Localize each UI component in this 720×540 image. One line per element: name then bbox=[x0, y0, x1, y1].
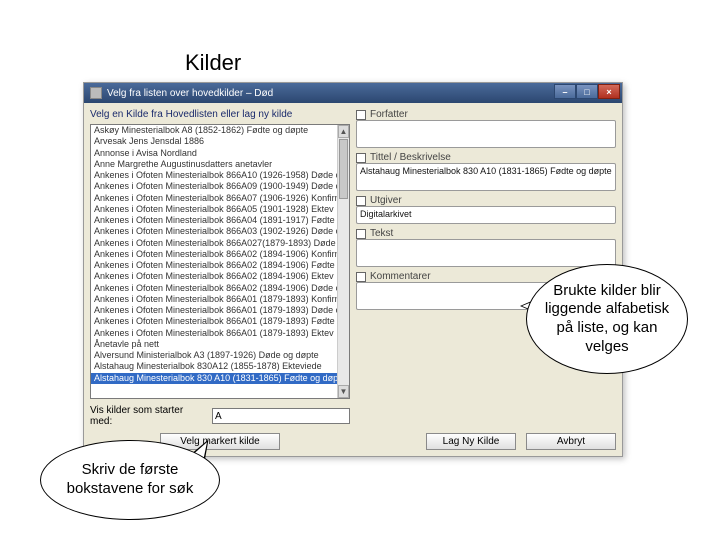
left-pane: Velg en Kilde fra Hovedlisten eller lag … bbox=[90, 109, 350, 450]
utgiver-label: Utgiver bbox=[370, 195, 402, 206]
list-item[interactable]: Annonse i Avisa Nordland bbox=[91, 148, 349, 159]
list-item[interactable]: Alstahaug Minesterialbok 830 A10 (1831-1… bbox=[91, 373, 349, 384]
list-item[interactable]: Ankenes i Ofoten Minesterialbok 866A01 (… bbox=[91, 316, 349, 327]
list-item[interactable]: Ankenes i Ofoten Minesterialbok 866A01 (… bbox=[91, 328, 349, 339]
list-item[interactable]: Askøy Minesterialbok A8 (1852-1862) Født… bbox=[91, 125, 349, 136]
tittel-label: Tittel / Beskrivelse bbox=[370, 152, 451, 163]
source-listbox[interactable]: Askøy Minesterialbok A8 (1852-1862) Født… bbox=[90, 124, 350, 399]
list-item[interactable]: Ankenes i Ofoten Minesterialbok 866A09 (… bbox=[91, 181, 349, 192]
list-item[interactable]: Ankenes i Ofoten Minesterialbok 866A02 (… bbox=[91, 249, 349, 260]
list-item[interactable]: Ankenes i Ofoten Minesterialbok 866A05 (… bbox=[91, 204, 349, 215]
list-item[interactable]: Anne Margrethe Augustinusdatters anetavl… bbox=[91, 159, 349, 170]
dialog-window: Velg fra listen over hovedkilder – Død –… bbox=[83, 82, 623, 457]
bottom-buttons: Lag Ny Kilde Avbryt bbox=[356, 427, 616, 450]
minimize-button[interactable]: – bbox=[554, 84, 576, 99]
list-item[interactable]: Ånetavle på nett bbox=[91, 339, 349, 350]
list-item[interactable]: Ankenes i Ofoten Minesterialbok 866A02 (… bbox=[91, 283, 349, 294]
callout-filter-text: Skriv de første bokstavene for søk bbox=[57, 461, 203, 499]
utgiver-checkbox[interactable] bbox=[356, 196, 366, 206]
dialog-body: Velg en Kilde fra Hovedlisten eller lag … bbox=[84, 103, 622, 456]
list-item[interactable]: Ankenes i Ofoten Minesterialbok 866A02 (… bbox=[91, 271, 349, 282]
field-utgiver: Utgiver Digitalarkivet bbox=[356, 195, 616, 224]
list-item[interactable]: Ankenes i Ofoten Minesterialbok 866A027(… bbox=[91, 238, 349, 249]
tekst-label: Tekst bbox=[370, 228, 393, 239]
list-item[interactable]: Ankenes i Ofoten Minesterialbok 866A01 (… bbox=[91, 294, 349, 305]
list-scrollbar[interactable]: ▲ ▼ bbox=[337, 125, 349, 398]
tekst-box[interactable] bbox=[356, 239, 616, 267]
list-item[interactable]: Alstahaug Minesterialbok 830A12 (1855-18… bbox=[91, 361, 349, 372]
list-item[interactable]: Ankenes i Ofoten Minesterialbok 866A03 (… bbox=[91, 226, 349, 237]
scroll-thumb[interactable] bbox=[339, 139, 348, 199]
callout-list: Brukte kilder blir liggende alfabetisk p… bbox=[526, 264, 688, 374]
field-tittel: Tittel / Beskrivelse Alstahaug Minesteri… bbox=[356, 152, 616, 191]
tittel-box[interactable]: Alstahaug Minesterialbok 830 A10 (1831-1… bbox=[356, 163, 616, 191]
forfatter-label: Forfatter bbox=[370, 109, 408, 120]
forfatter-box[interactable] bbox=[356, 120, 616, 148]
tekst-checkbox[interactable] bbox=[356, 229, 366, 239]
list-item[interactable]: Alversund Ministerialbok A3 (1897-1926) … bbox=[91, 350, 349, 361]
utgiver-box[interactable]: Digitalarkivet bbox=[356, 206, 616, 224]
list-item[interactable]: Ankenes i Ofoten Minesterialbok 866A10 (… bbox=[91, 170, 349, 181]
callout-filter: Skriv de første bokstavene for søk bbox=[40, 440, 220, 520]
close-button[interactable]: × bbox=[598, 84, 620, 99]
callout-list-text: Brukte kilder blir liggende alfabetisk p… bbox=[543, 282, 671, 357]
list-item[interactable]: Ankenes i Ofoten Minesterialbok 866A07 (… bbox=[91, 193, 349, 204]
list-item[interactable]: Ankenes i Ofoten Minesterialbok 866A04 (… bbox=[91, 215, 349, 226]
field-forfatter: Forfatter bbox=[356, 109, 616, 148]
forfatter-checkbox[interactable] bbox=[356, 110, 366, 120]
scroll-down-icon[interactable]: ▼ bbox=[338, 385, 349, 398]
scroll-up-icon[interactable]: ▲ bbox=[338, 125, 349, 138]
maximize-button[interactable]: □ bbox=[576, 84, 598, 99]
list-item[interactable]: Ankenes i Ofoten Minesterialbok 866A01 (… bbox=[91, 305, 349, 316]
tittel-checkbox[interactable] bbox=[356, 153, 366, 163]
window-title: Velg fra listen over hovedkilder – Død bbox=[107, 88, 273, 99]
list-heading: Velg en Kilde fra Hovedlisten eller lag … bbox=[90, 109, 350, 120]
field-tekst: Tekst bbox=[356, 228, 616, 267]
window-buttons: – □ × bbox=[554, 84, 620, 99]
slide-heading: Kilder bbox=[185, 50, 241, 76]
kommentarer-label: Kommentarer bbox=[370, 271, 431, 282]
filter-input[interactable] bbox=[212, 408, 350, 424]
new-source-button[interactable]: Lag Ny Kilde bbox=[426, 433, 516, 450]
cancel-button[interactable]: Avbryt bbox=[526, 433, 616, 450]
list-item[interactable]: Arvesak Jens Jensdal 1886 bbox=[91, 136, 349, 147]
window-titlebar: Velg fra listen over hovedkilder – Død –… bbox=[84, 83, 622, 103]
filter-label: Vis kilder som starter med: bbox=[90, 405, 208, 427]
list-item[interactable]: Ankenes i Ofoten Minesterialbok 866A02 (… bbox=[91, 260, 349, 271]
kommentarer-checkbox[interactable] bbox=[356, 272, 366, 282]
filter-row: Vis kilder som starter med: bbox=[90, 405, 350, 427]
app-icon bbox=[90, 87, 102, 99]
